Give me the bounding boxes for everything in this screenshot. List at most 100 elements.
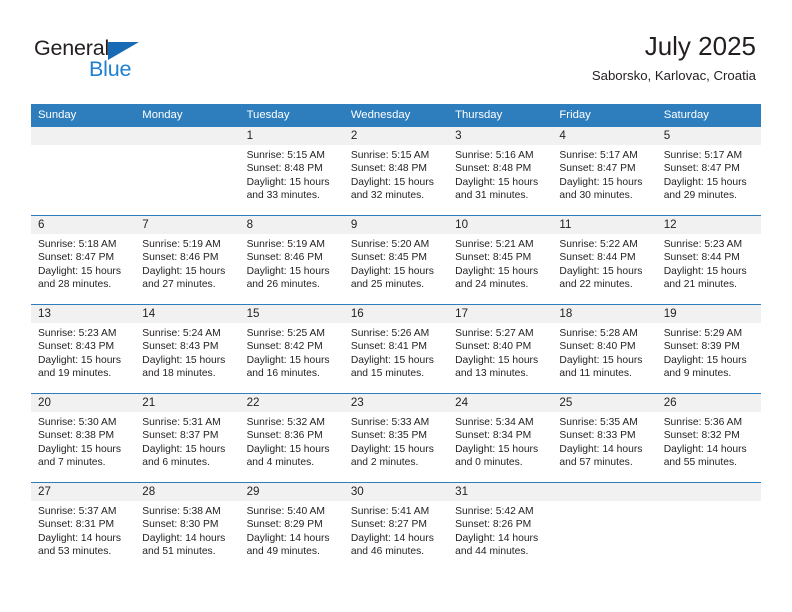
sunrise-text: Sunrise: 5:19 AM bbox=[142, 239, 221, 250]
calendar-day-cell[interactable]: 10 Sunrise: 5:21 AM Sunset: 8:45 PM Dayligh… bbox=[448, 215, 553, 305]
sunrise-text: Sunrise: 5:37 AM bbox=[38, 506, 117, 517]
calendar-day-cell[interactable]: 24 Sunrise: 5:34 AM Sunset: 8:34 PM Dayligh… bbox=[448, 393, 553, 483]
day-number: 16 bbox=[343, 305, 449, 323]
calendar-day-cell[interactable] bbox=[31, 127, 136, 216]
daylight-text-line1: Daylight: 15 hours bbox=[663, 176, 747, 188]
sunset-text: Sunset: 8:46 PM bbox=[142, 252, 219, 264]
day-number: 31 bbox=[448, 483, 553, 501]
day-details: Sunrise: 5:25 AM Sunset: 8:42 PM Daylight:… bbox=[240, 323, 344, 381]
day-details: Sunrise: 5:41 AM Sunset: 8:27 PM Daylight:… bbox=[344, 501, 448, 559]
calendar-day-cell[interactable]: 5 Sunrise: 5:17 AM Sunset: 8:47 PM Daylight… bbox=[656, 127, 761, 216]
calendar-day-cell[interactable]: 27 Sunrise: 5:37 AM Sunset: 8:31 PM Dayligh… bbox=[31, 482, 136, 571]
day-number: 14 bbox=[135, 305, 240, 323]
day-number: 30 bbox=[343, 483, 449, 501]
day-number: 29 bbox=[239, 483, 344, 501]
sunset-text: Sunset: 8:43 PM bbox=[142, 341, 219, 353]
day-details: Sunrise: 5:19 AM Sunset: 8:46 PM Daylight:… bbox=[240, 234, 344, 292]
day-details: Sunrise: 5:15 AM Sunset: 8:48 PM Daylight:… bbox=[240, 145, 344, 203]
day-number: 28 bbox=[135, 483, 240, 501]
calendar-day-cell[interactable]: 2 Sunrise: 5:15 AM Sunset: 8:48 PM Daylight… bbox=[343, 127, 449, 216]
sunrise-text: Sunrise: 5:25 AM bbox=[246, 328, 325, 339]
sunrise-text: Sunrise: 5:17 AM bbox=[559, 150, 638, 161]
sunrise-text: Sunrise: 5:17 AM bbox=[663, 150, 743, 161]
calendar-day-cell[interactable]: 20 Sunrise: 5:30 AM Sunset: 8:38 PM Dayligh… bbox=[31, 393, 136, 483]
day-cell-content: 17 Sunrise: 5:27 AM Sunset: 8:40 PM Dayligh… bbox=[448, 305, 553, 393]
sunrise-text: Sunrise: 5:20 AM bbox=[350, 239, 430, 250]
calendar-day-cell[interactable]: 11 Sunrise: 5:22 AM Sunset: 8:44 PM Dayligh… bbox=[552, 215, 657, 305]
calendar-day-cell[interactable]: 30 Sunrise: 5:41 AM Sunset: 8:27 PM Dayligh… bbox=[343, 482, 449, 571]
day-cell-content: 29 Sunrise: 5:40 AM Sunset: 8:29 PM Dayligh… bbox=[239, 483, 344, 571]
daylight-text-line1: Daylight: 15 hours bbox=[559, 265, 643, 277]
calendar-day-cell[interactable]: 12 Sunrise: 5:23 AM Sunset: 8:44 PM Dayligh… bbox=[656, 215, 761, 305]
calendar-day-cell[interactable]: 13 Sunrise: 5:23 AM Sunset: 8:43 PM Dayligh… bbox=[31, 304, 136, 394]
day-cell-content bbox=[135, 127, 240, 215]
calendar-day-cell[interactable] bbox=[552, 482, 657, 571]
daylight-text-line1: Daylight: 14 hours bbox=[455, 532, 539, 544]
calendar-day-cell[interactable]: 21 Sunrise: 5:31 AM Sunset: 8:37 PM Dayligh… bbox=[135, 393, 240, 483]
sunrise-text: Sunrise: 5:24 AM bbox=[142, 328, 221, 339]
sunset-text: Sunset: 8:26 PM bbox=[455, 519, 532, 531]
calendar-grid: Sunday Monday Tuesday Wednesday Thursday… bbox=[31, 104, 761, 571]
weekday-header-wednesday: Wednesday bbox=[343, 104, 449, 127]
day-details: Sunrise: 5:42 AM Sunset: 8:26 PM Daylight:… bbox=[448, 501, 552, 559]
calendar-day-cell[interactable]: 18 Sunrise: 5:28 AM Sunset: 8:40 PM Dayligh… bbox=[552, 304, 657, 394]
day-number: 3 bbox=[448, 127, 553, 145]
sunrise-text: Sunrise: 5:36 AM bbox=[663, 417, 743, 428]
day-number: 20 bbox=[31, 394, 136, 412]
sunset-text: Sunset: 8:48 PM bbox=[350, 163, 427, 175]
day-number: 6 bbox=[31, 216, 136, 234]
calendar-day-cell[interactable]: 14 Sunrise: 5:24 AM Sunset: 8:43 PM Dayligh… bbox=[135, 304, 240, 394]
calendar-day-cell[interactable]: 28 Sunrise: 5:38 AM Sunset: 8:30 PM Dayligh… bbox=[135, 482, 240, 571]
day-cell-content: 23 Sunrise: 5:33 AM Sunset: 8:35 PM Dayligh… bbox=[343, 394, 449, 482]
calendar-day-cell[interactable]: 6 Sunrise: 5:18 AM Sunset: 8:47 PM Daylight… bbox=[31, 215, 136, 305]
calendar-day-cell[interactable]: 22 Sunrise: 5:32 AM Sunset: 8:36 PM Dayligh… bbox=[239, 393, 344, 483]
calendar-day-cell[interactable]: 15 Sunrise: 5:25 AM Sunset: 8:42 PM Dayligh… bbox=[239, 304, 344, 394]
calendar-day-cell[interactable]: 31 Sunrise: 5:42 AM Sunset: 8:26 PM Dayligh… bbox=[448, 482, 553, 571]
calendar-day-cell[interactable]: 26 Sunrise: 5:36 AM Sunset: 8:32 PM Dayligh… bbox=[656, 393, 761, 483]
day-cell-content: 8 Sunrise: 5:19 AM Sunset: 8:46 PM Daylight… bbox=[239, 216, 344, 304]
calendar-day-cell[interactable]: 3 Sunrise: 5:16 AM Sunset: 8:48 PM Daylight… bbox=[448, 127, 553, 216]
daylight-text-line2: and 9 minutes. bbox=[663, 368, 732, 380]
sunrise-text: Sunrise: 5:23 AM bbox=[663, 239, 743, 250]
calendar-day-cell[interactable] bbox=[135, 127, 240, 216]
daylight-text-line2: and 28 minutes. bbox=[38, 279, 112, 291]
sunrise-text: Sunrise: 5:42 AM bbox=[455, 506, 534, 517]
sunrise-text: Sunrise: 5:41 AM bbox=[350, 506, 430, 517]
day-details: Sunrise: 5:18 AM Sunset: 8:47 PM Daylight:… bbox=[31, 234, 135, 292]
calendar-day-cell[interactable]: 25 Sunrise: 5:35 AM Sunset: 8:33 PM Dayligh… bbox=[552, 393, 657, 483]
daylight-text-line1: Daylight: 15 hours bbox=[38, 354, 121, 366]
calendar-day-cell[interactable]: 23 Sunrise: 5:33 AM Sunset: 8:35 PM Dayligh… bbox=[343, 393, 449, 483]
daylight-text-line2: and 31 minutes. bbox=[455, 190, 529, 202]
calendar-day-cell[interactable]: 9 Sunrise: 5:20 AM Sunset: 8:45 PM Daylight… bbox=[343, 215, 449, 305]
daylight-text-line2: and 2 minutes. bbox=[350, 457, 419, 469]
sunset-text: Sunset: 8:34 PM bbox=[455, 430, 532, 442]
calendar-day-cell[interactable]: 7 Sunrise: 5:19 AM Sunset: 8:46 PM Daylight… bbox=[135, 215, 240, 305]
calendar-day-cell[interactable] bbox=[656, 482, 761, 571]
day-cell-content: 1 Sunrise: 5:15 AM Sunset: 8:48 PM Daylight… bbox=[239, 127, 344, 215]
calendar-day-cell[interactable]: 29 Sunrise: 5:40 AM Sunset: 8:29 PM Dayligh… bbox=[239, 482, 344, 571]
sunrise-text: Sunrise: 5:16 AM bbox=[455, 150, 534, 161]
sunset-text: Sunset: 8:47 PM bbox=[38, 252, 115, 264]
weekday-header-tuesday: Tuesday bbox=[239, 104, 344, 127]
calendar-day-cell[interactable]: 17 Sunrise: 5:27 AM Sunset: 8:40 PM Dayligh… bbox=[448, 304, 553, 394]
calendar-day-cell[interactable]: 1 Sunrise: 5:15 AM Sunset: 8:48 PM Daylight… bbox=[239, 127, 344, 216]
sunset-text: Sunset: 8:41 PM bbox=[350, 341, 427, 353]
daylight-text-line2: and 21 minutes. bbox=[663, 279, 737, 291]
daylight-text-line2: and 26 minutes. bbox=[246, 279, 320, 291]
day-details: Sunrise: 5:27 AM Sunset: 8:40 PM Daylight:… bbox=[448, 323, 552, 381]
daylight-text-line2: and 18 minutes. bbox=[142, 368, 216, 380]
day-cell-content: 31 Sunrise: 5:42 AM Sunset: 8:26 PM Dayligh… bbox=[448, 483, 553, 571]
daylight-text-line2: and 49 minutes. bbox=[246, 546, 320, 558]
day-number: 11 bbox=[552, 216, 657, 234]
day-number: 10 bbox=[448, 216, 553, 234]
calendar-day-cell[interactable]: 8 Sunrise: 5:19 AM Sunset: 8:46 PM Daylight… bbox=[239, 215, 344, 305]
calendar-day-cell[interactable]: 16 Sunrise: 5:26 AM Sunset: 8:41 PM Dayligh… bbox=[343, 304, 449, 394]
sunset-text: Sunset: 8:30 PM bbox=[142, 519, 219, 531]
daylight-text-line1: Daylight: 15 hours bbox=[38, 265, 121, 277]
calendar-day-cell[interactable]: 19 Sunrise: 5:29 AM Sunset: 8:39 PM Dayligh… bbox=[656, 304, 761, 394]
sunrise-text: Sunrise: 5:22 AM bbox=[559, 239, 638, 250]
calendar-day-cell[interactable]: 4 Sunrise: 5:17 AM Sunset: 8:47 PM Daylight… bbox=[552, 127, 657, 216]
daylight-text-line2: and 11 minutes. bbox=[559, 368, 632, 380]
daylight-text-line1: Daylight: 15 hours bbox=[455, 176, 539, 188]
sunset-text: Sunset: 8:38 PM bbox=[38, 430, 115, 442]
